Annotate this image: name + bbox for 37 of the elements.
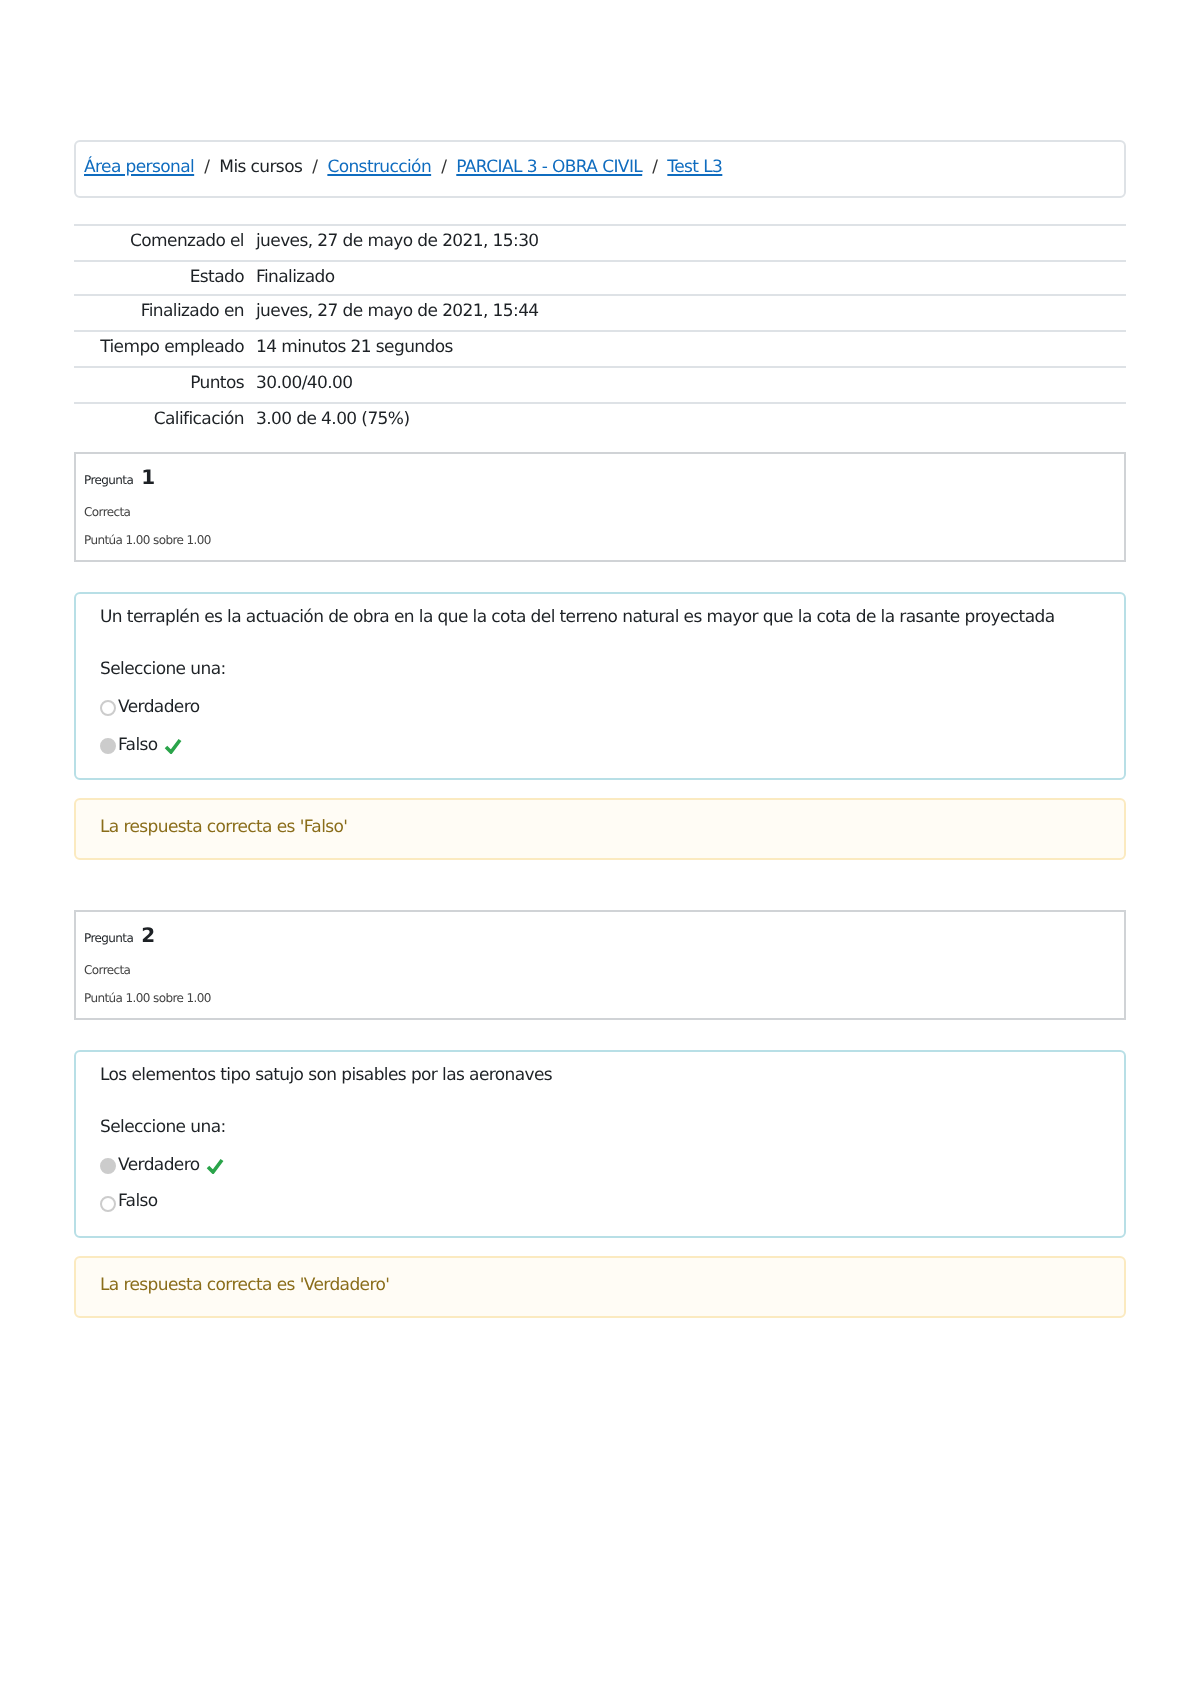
summary-label: Tiempo empleado [74, 331, 250, 367]
summary-value: jueves, 27 de mayo de 2021, 15:44 [250, 295, 1126, 331]
summary-label: Finalizado en [74, 295, 250, 331]
radio-button[interactable] [100, 737, 116, 754]
summary-value: 14 minutos 21 segundos [250, 331, 1126, 367]
option-label: Verdadero [118, 1153, 200, 1179]
answer-prompt: Seleccione una: [100, 660, 226, 680]
summary-label: Calificación [74, 402, 250, 437]
question-number: 1 [141, 466, 155, 495]
radio-button[interactable] [100, 1195, 116, 1212]
option-label: Verdadero [118, 695, 200, 721]
summary-label: Estado [74, 260, 250, 296]
breadcrumb-separator: / [312, 156, 318, 182]
breadcrumb-separator: / [652, 156, 658, 182]
option-label: Falso [118, 1190, 158, 1216]
feedback-text: La respuesta correcta es 'Falso' [100, 818, 348, 839]
question-text: Los elementos tipo satujo son pisables por las aeronaves [100, 1066, 553, 1086]
breadcrumb-link[interactable]: Test L3 [667, 156, 723, 182]
summary-value: jueves, 27 de mayo de 2021, 15:30 [250, 224, 1126, 260]
summary-value: 30.00/40.00 [250, 366, 1126, 402]
summary-label: Comenzado el [74, 224, 250, 260]
breadcrumb-separator: / [204, 156, 210, 182]
breadcrumb-link[interactable]: Construcción [327, 156, 432, 182]
radio-button[interactable] [100, 700, 116, 717]
summary-label: Puntos [74, 366, 250, 402]
breadcrumb-separator: / [441, 156, 447, 182]
option-label: Falso [118, 733, 158, 759]
summary-value: 3.00 de 4.00 (75%) [250, 402, 1126, 437]
breadcrumb-link[interactable]: Área personal [84, 156, 195, 182]
question-text: Un terraplén es la actuación de obra en la que la cota del terreno natural es mayor que la cota de la rasante proyectada [100, 608, 1055, 629]
answer-prompt: Seleccione una: [100, 1117, 226, 1138]
feedback-text: La respuesta correcta es 'Verdadero' [100, 1276, 390, 1296]
summary-value: Finalizado [250, 260, 1126, 296]
question-number: 2 [141, 924, 155, 952]
radio-button[interactable] [100, 1157, 116, 1174]
breadcrumb-link[interactable]: PARCIAL 3 - OBRA CIVIL [456, 156, 643, 182]
breadcrumb-item: Mis cursos [219, 156, 303, 182]
